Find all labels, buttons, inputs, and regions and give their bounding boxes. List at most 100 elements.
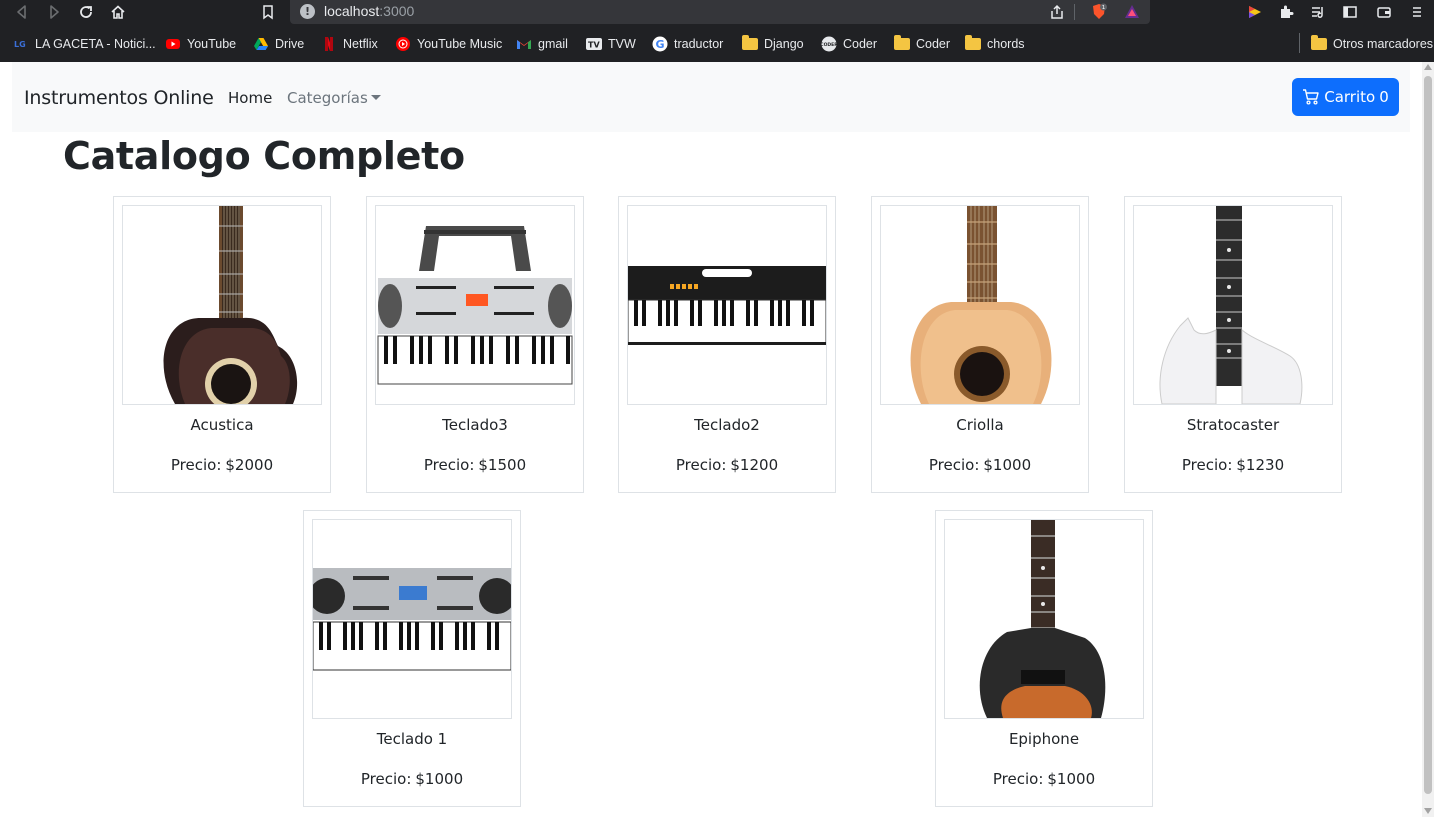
youtube-music-icon (395, 36, 411, 52)
color-extension-icon[interactable] (1246, 3, 1264, 21)
product-price: Precio: $2000 (170, 456, 274, 474)
product-name: Teclado2 (694, 416, 760, 434)
bookmark-page-button[interactable] (257, 2, 279, 22)
electric-guitar-image (1133, 205, 1333, 405)
product-name: Acustica (190, 416, 254, 434)
site-info-icon[interactable]: ! (300, 4, 315, 19)
browser-toolbar: ! localhost:3000 1 (0, 0, 1434, 25)
product-price: Precio: $1000 (992, 770, 1096, 788)
product-price: Precio: $1500 (423, 456, 527, 474)
electric-guitar-image (944, 519, 1144, 719)
omnibox-divider (1074, 4, 1075, 20)
tvw-icon: TV (586, 36, 602, 52)
netflix-icon (321, 36, 337, 52)
acoustic-guitar-image (122, 205, 322, 405)
forward-icon (50, 5, 59, 19)
product-name: Teclado3 (442, 416, 508, 434)
scroll-thumb[interactable] (1424, 76, 1432, 794)
svg-text:LG: LG (14, 40, 26, 49)
reading-list-icon[interactable] (1309, 3, 1327, 21)
bookmark-youtube[interactable]: YouTube (165, 35, 236, 53)
scroll-down-arrow-icon[interactable] (1424, 808, 1432, 814)
bookmark-netflix[interactable]: Netflix (321, 35, 378, 53)
address-url: localhost:3000 (324, 3, 415, 19)
back-button[interactable] (11, 2, 33, 22)
nav-categories-dropdown[interactable]: Categorías (287, 89, 381, 107)
folder-icon (965, 35, 981, 52)
bookmark-coder[interactable]: CODER Coder (821, 35, 877, 53)
product-name: Epiphone (1008, 730, 1080, 748)
site-navbar: Instrumentos Online Home Categorías Carr… (12, 62, 1410, 132)
product-name: Teclado 1 (376, 730, 448, 748)
bookmark-gmail[interactable]: gmail (516, 35, 568, 53)
cart-button[interactable]: Carrito 0 (1292, 78, 1399, 116)
svg-text:CODER: CODER (821, 42, 837, 48)
bookmark-traductor[interactable]: G traductor (652, 35, 723, 53)
google-icon: G (652, 36, 668, 52)
reload-icon (80, 6, 92, 18)
scroll-up-arrow-icon[interactable] (1424, 64, 1432, 70)
bookmarks-divider (1299, 33, 1300, 53)
bookmark-folder-coder[interactable]: Coder (894, 35, 950, 53)
svg-text:TV: TV (588, 41, 600, 50)
page-title: Catalogo Completo (63, 134, 465, 178)
home-button[interactable] (107, 2, 129, 22)
classical-guitar-image (880, 205, 1080, 405)
brave-rewards-icon[interactable] (1123, 3, 1141, 21)
bookmark-youtube-music[interactable]: YouTube Music (395, 35, 502, 53)
extensions-icon[interactable] (1277, 3, 1295, 21)
product-price: Precio: $1000 (360, 770, 464, 788)
gmail-icon (516, 36, 532, 52)
bookmark-tvw[interactable]: TV TVW (586, 35, 636, 53)
product-card[interactable]: Teclado 1 Precio: $1000 (303, 510, 521, 807)
bookmark-drive[interactable]: Drive (253, 35, 304, 53)
brave-shields-icon[interactable]: 1 (1090, 3, 1108, 21)
cart-label: Carrito (1324, 88, 1376, 106)
keyboard-image (375, 205, 575, 405)
page-viewport: Instrumentos Online Home Categorías Carr… (0, 62, 1422, 817)
product-name: Criolla (956, 416, 1004, 434)
wallet-icon[interactable] (1375, 3, 1393, 21)
bookmark-folder-django[interactable]: Django (742, 35, 804, 53)
product-price: Precio: $1200 (675, 456, 779, 474)
product-card[interactable]: Teclado2 Precio: $1200 (618, 196, 836, 493)
product-card[interactable]: Acustica Precio: $2000 (113, 196, 331, 493)
bookmark-other-folder[interactable]: Otros marcadores (1311, 35, 1433, 53)
drive-icon (253, 36, 269, 52)
lagaceta-icon: LG (13, 36, 29, 52)
bookmark-icon (263, 5, 273, 20)
youtube-icon (165, 36, 181, 52)
cart-icon (1303, 89, 1319, 105)
page-scrollbar[interactable] (1422, 62, 1434, 817)
product-price: Precio: $1000 (928, 456, 1032, 474)
navbar-brand[interactable]: Instrumentos Online (24, 87, 214, 109)
coder-icon: CODER (821, 36, 837, 52)
product-card[interactable]: Stratocaster Precio: $1230 (1124, 196, 1342, 493)
reload-button[interactable] (75, 2, 97, 22)
bookmark-lagaceta[interactable]: LG LA GACETA - Notici... (13, 35, 156, 53)
bookmarks-bar: LG LA GACETA - Notici... YouTube Drive N… (0, 25, 1434, 62)
share-icon[interactable] (1048, 3, 1066, 21)
nav-home-link[interactable]: Home (228, 89, 272, 107)
nav-categories-label: Categorías (287, 89, 368, 107)
caret-down-icon (370, 95, 381, 100)
menu-icon[interactable] (1408, 3, 1426, 21)
keyboard-image (627, 205, 827, 405)
address-bar[interactable]: ! localhost:3000 (290, 0, 1150, 24)
bookmark-folder-chords[interactable]: chords (965, 35, 1025, 53)
back-icon (17, 5, 26, 19)
forward-button[interactable] (43, 2, 65, 22)
sidebar-icon[interactable] (1341, 3, 1359, 21)
home-icon (111, 5, 125, 19)
folder-icon (1311, 35, 1327, 52)
folder-icon (742, 35, 758, 52)
product-card[interactable]: Epiphone Precio: $1000 (935, 510, 1153, 807)
product-price: Precio: $1230 (1181, 456, 1285, 474)
svg-text:1: 1 (1102, 5, 1106, 11)
product-card[interactable]: Criolla Precio: $1000 (871, 196, 1089, 493)
keyboard-image (312, 519, 512, 719)
product-card[interactable]: Teclado3 Precio: $1500 (366, 196, 584, 493)
cart-count: 0 (1379, 88, 1389, 106)
folder-icon (894, 35, 910, 52)
svg-text:G: G (655, 38, 664, 51)
